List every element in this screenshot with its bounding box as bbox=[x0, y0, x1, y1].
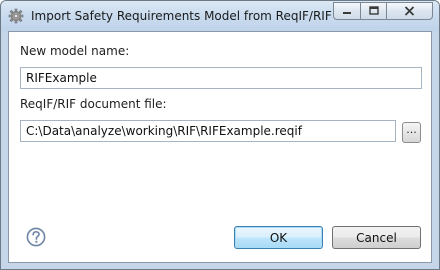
browse-button[interactable]: ... bbox=[402, 122, 421, 143]
import-dialog-window: Import Safety Requirements Model from Re… bbox=[0, 0, 440, 270]
title-bar[interactable]: Import Safety Requirements Model from Re… bbox=[1, 1, 439, 31]
model-name-label: New model name: bbox=[20, 44, 130, 58]
gear-icon bbox=[8, 8, 24, 24]
document-file-label: ReqIF/RIF document file: bbox=[20, 97, 167, 111]
cancel-button[interactable]: Cancel bbox=[332, 226, 421, 249]
close-icon bbox=[404, 6, 415, 16]
window-title: Import Safety Requirements Model from Re… bbox=[31, 9, 332, 23]
ok-button[interactable]: OK bbox=[234, 226, 323, 249]
maximize-icon bbox=[368, 6, 379, 15]
minimize-icon bbox=[343, 12, 351, 14]
minimize-button[interactable] bbox=[333, 2, 360, 20]
close-button[interactable] bbox=[386, 2, 433, 20]
dialog-content: New model name: RIFExample ReqIF/RIF doc… bbox=[8, 31, 432, 263]
help-icon[interactable] bbox=[26, 227, 46, 247]
document-file-field[interactable]: C:\Data\analyze\working\RIF\RIFExample.r… bbox=[20, 120, 396, 142]
maximize-button[interactable] bbox=[360, 2, 386, 20]
model-name-field[interactable]: RIFExample bbox=[20, 67, 422, 89]
